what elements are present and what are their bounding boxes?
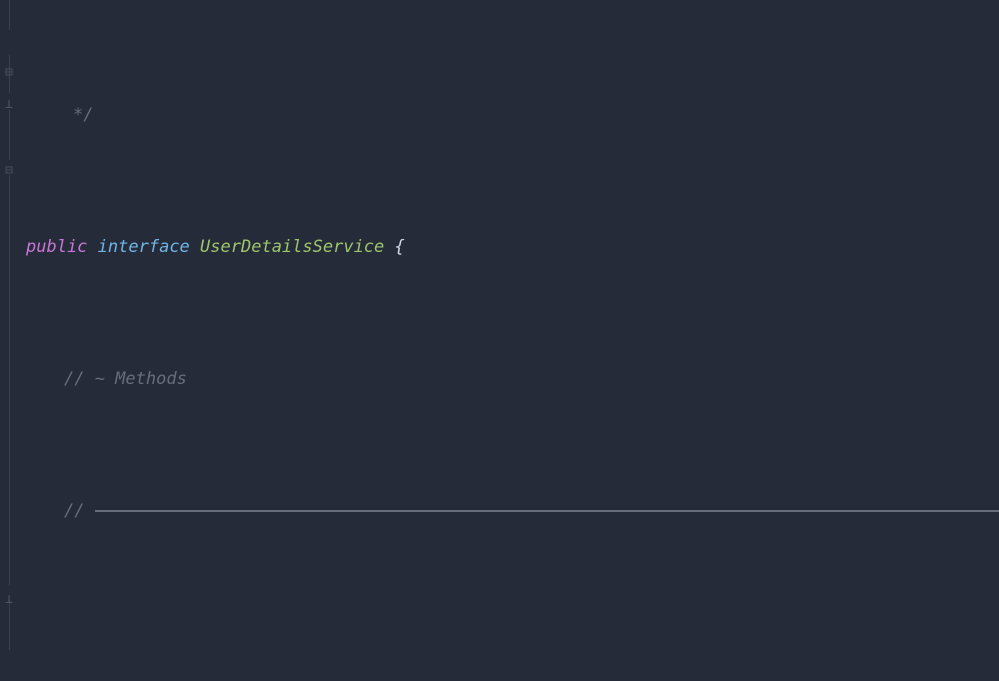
code-editor[interactable]: ⊟ ⊥ ⊟ ⊥ */ public interface UserDetailsS… — [0, 0, 999, 681]
fold-end-icon: ⊥ — [2, 583, 16, 616]
comment-prefix: // — [64, 501, 95, 521]
code-line[interactable]: // — [26, 495, 999, 528]
fold-end-icon: ⊥ — [2, 88, 16, 121]
fold-gutter: ⊟ ⊥ ⊟ ⊥ — [0, 0, 14, 681]
class-name: UserDetailsService — [200, 237, 384, 257]
horizontal-rule — [95, 510, 999, 512]
fold-marker-icon[interactable]: ⊟ — [2, 154, 16, 187]
code-lines[interactable]: */ public interface UserDetailsService {… — [26, 0, 999, 681]
keyword-interface: interface — [98, 237, 190, 257]
code-line[interactable] — [26, 627, 999, 660]
fold-marker-icon[interactable]: ⊟ — [2, 56, 16, 89]
brace-open: { — [395, 237, 405, 257]
code-line[interactable]: */ — [26, 99, 999, 132]
comment-text: // — [26, 501, 999, 521]
code-line[interactable]: // ~ Methods — [26, 363, 999, 396]
keyword-public: public — [26, 237, 87, 257]
comment-text: */ — [26, 105, 93, 125]
code-line[interactable]: public interface UserDetailsService { — [26, 231, 999, 264]
comment-text: // ~ Methods — [26, 369, 187, 389]
